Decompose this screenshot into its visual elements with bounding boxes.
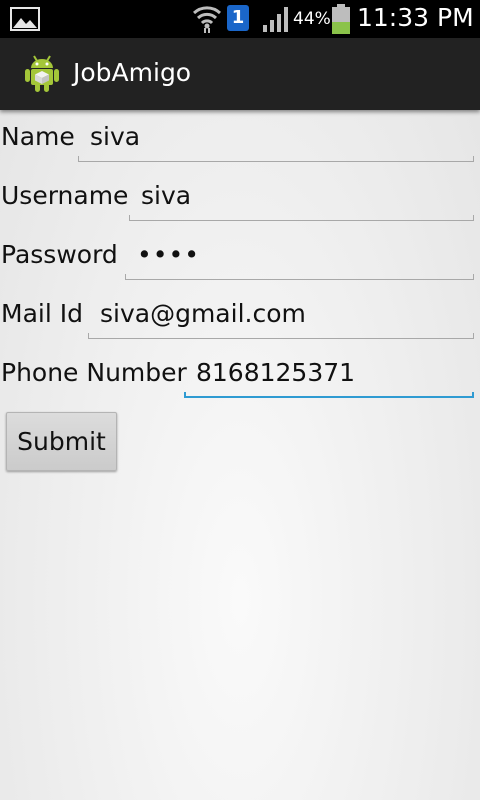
gallery-icon — [10, 7, 40, 35]
android-icon — [22, 53, 62, 97]
username-label: Username — [1, 181, 129, 210]
status-bar: 1 44% 11:33 PM — [0, 0, 480, 38]
name-value: siva — [90, 122, 141, 151]
battery-icon — [331, 3, 351, 39]
phone-field[interactable]: 8168125371 — [184, 346, 474, 398]
mail-value: siva@gmail.com — [100, 299, 306, 328]
wifi-icon — [192, 4, 222, 38]
name-field[interactable]: siva — [78, 110, 474, 162]
password-row: Password •••• — [0, 228, 480, 287]
name-label: Name — [1, 122, 75, 151]
mail-row: Mail Id siva@gmail.com — [0, 287, 480, 346]
password-label: Password — [1, 240, 118, 269]
password-value: •••• — [137, 240, 200, 269]
username-value: siva — [141, 181, 192, 210]
action-bar: JobAmigo — [0, 38, 480, 110]
username-row: Username siva — [0, 169, 480, 228]
name-row: Name siva — [0, 110, 480, 169]
phone-row: Phone Number 8168125371 — [0, 346, 480, 405]
mail-label: Mail Id — [1, 299, 83, 328]
signal-icon — [262, 5, 292, 37]
app-title: JobAmigo — [73, 58, 192, 87]
battery-percent: 44% — [293, 9, 331, 29]
phone-label: Phone Number — [1, 358, 187, 387]
submit-button[interactable]: Submit — [6, 412, 117, 471]
mail-field[interactable]: siva@gmail.com — [88, 287, 474, 339]
username-field[interactable]: siva — [129, 169, 474, 221]
sim-icon: 1 — [227, 5, 249, 31]
password-field[interactable]: •••• — [125, 228, 474, 280]
clock: 11:33 PM — [357, 3, 474, 32]
phone-value: 8168125371 — [196, 358, 356, 387]
